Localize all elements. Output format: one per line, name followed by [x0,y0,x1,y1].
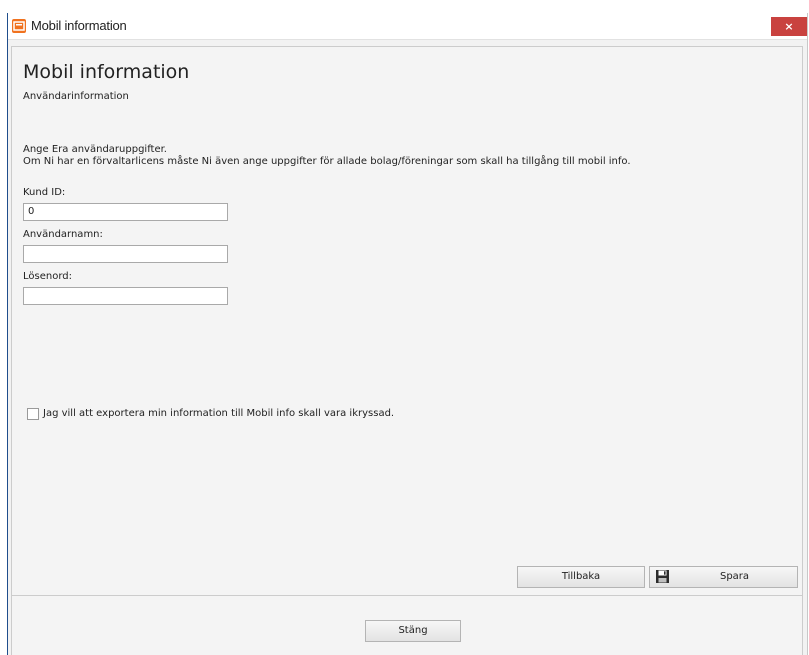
username-label: Användarnamn: [23,229,103,240]
password-label: Lösenord: [23,271,72,282]
dialog-footer: Stäng [11,595,803,655]
save-button[interactable]: Spara [649,566,798,588]
floppy-disk-icon [655,569,670,584]
customer-id-input[interactable]: 0 [23,203,228,221]
export-checkbox[interactable] [27,408,39,420]
password-input[interactable] [23,287,228,305]
app-icon [12,19,26,33]
intro-line-1: Ange Era användaruppgifter. [23,144,167,155]
page-title: Mobil information [23,61,190,83]
form-area: Ange Era användaruppgifter. Om Ni har en… [11,129,803,595]
customer-id-label: Kund ID: [23,187,66,198]
close-dialog-button[interactable]: Stäng [365,620,461,642]
page-subtitle: Användarinformation [23,91,129,102]
intro-line-2: Om Ni har en förvaltarlicens måste Ni äv… [23,156,631,167]
username-input[interactable] [23,245,228,263]
header-panel: Mobil information Användarinformation [11,46,803,140]
title-bar[interactable]: Mobil information × [8,13,807,40]
back-button[interactable]: Tillbaka [517,566,645,588]
dialog-window: Mobil information × Mobil information An… [7,13,808,655]
save-button-label: Spara [719,571,750,582]
window-title: Mobil information [31,18,127,33]
close-window-button[interactable]: × [771,17,807,36]
export-checkbox-label[interactable]: Jag vill att exportera min information t… [43,408,394,419]
intro-text: Ange Era användaruppgifter. Om Ni har en… [23,144,631,168]
